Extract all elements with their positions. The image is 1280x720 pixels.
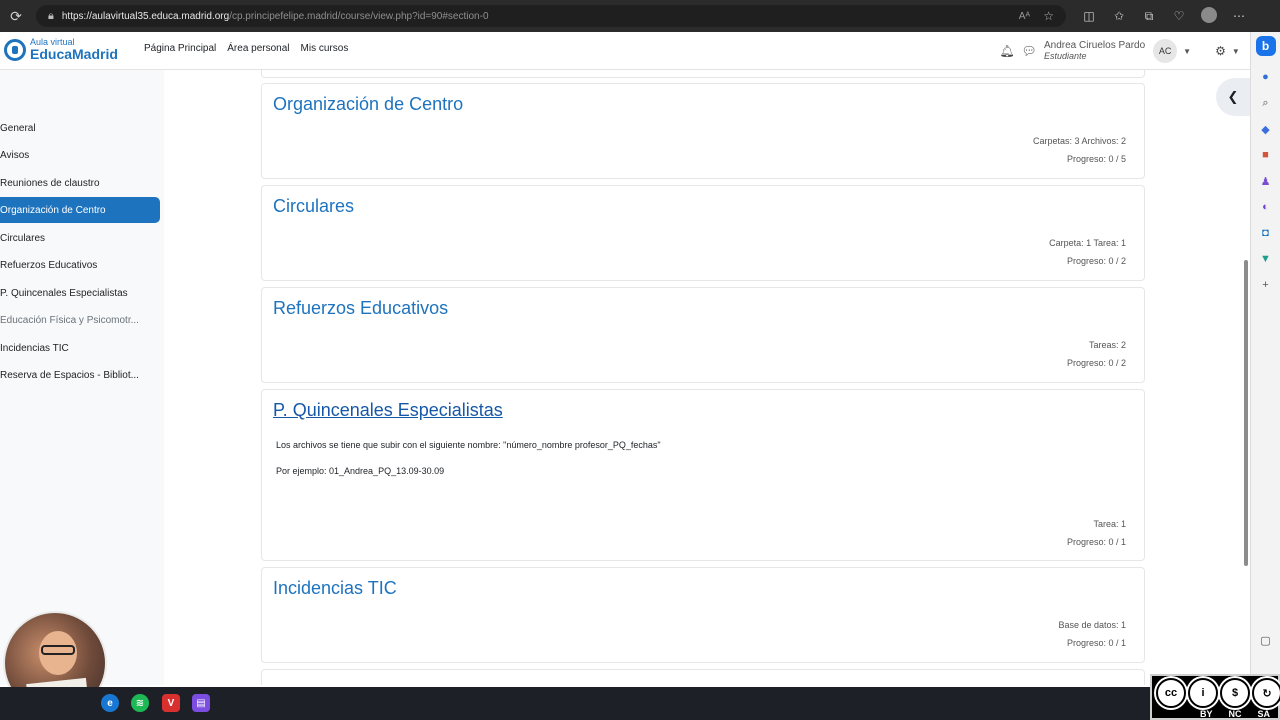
- lock-icon: 🔒︎: [48, 9, 54, 22]
- course-section-next: [261, 669, 1145, 685]
- section-activities: Carpetas: 3 Archivos: 2: [1032, 136, 1126, 146]
- microsoft-365-icon[interactable]: ◐: [1256, 197, 1276, 217]
- section-progress: Progreso: 0 / 2: [1066, 358, 1126, 368]
- section-title[interactable]: Circulares: [273, 196, 354, 217]
- course-section-circulares: Circulares Carpeta: 1 Tarea: 1 Progreso:…: [261, 185, 1145, 281]
- outlook-icon[interactable]: ◘: [1256, 223, 1276, 243]
- user-menu[interactable]: Andrea Ciruelos Pardo Estudiante: [1044, 41, 1145, 61]
- course-index-item-refuerzos[interactable]: Refuerzos Educativos: [0, 252, 160, 278]
- course-index-item-quincenales[interactable]: P. Quincenales Especialistas: [0, 280, 160, 306]
- scrollbar-thumb[interactable]: [1244, 260, 1248, 566]
- add-icon[interactable]: +: [1256, 275, 1276, 295]
- avatar[interactable]: AC: [1153, 39, 1178, 63]
- sharealike-icon: ↻: [1252, 678, 1280, 708]
- favorites-icon[interactable]: ✩: [1104, 9, 1134, 23]
- sidebar-layout-icon[interactable]: ▢: [1256, 630, 1276, 650]
- chevron-left-icon: ❮: [1227, 89, 1239, 104]
- course-content: Organización de Centro Carpetas: 3 Archi…: [164, 70, 1250, 685]
- webcam-glasses: [41, 645, 75, 655]
- course-index-item-reuniones[interactable]: Reuniones de claustro: [0, 170, 160, 196]
- messages-icon[interactable]: 💬︎: [1018, 44, 1040, 58]
- search-icon[interactable]: ⌕: [1256, 93, 1276, 113]
- cc-icon: cc: [1156, 678, 1186, 708]
- extensions-icon[interactable]: ♡: [1164, 9, 1194, 23]
- section-activities: Tareas: 2: [1088, 340, 1126, 350]
- section-title[interactable]: P. Quincenales Especialistas: [273, 400, 503, 421]
- more-menu-icon[interactable]: ⋯: [1224, 9, 1254, 23]
- course-section-incidencias: Incidencias TIC Base de datos: 1 Progres…: [261, 567, 1145, 663]
- browser-tools: ◫ ✩ ⧉ ♡ ⋯: [1074, 0, 1254, 32]
- course-section-previous: [261, 70, 1145, 78]
- browser-toolbar: ⟳ 🔒︎ https://aulavirtual35.educa.madrid.…: [0, 0, 1280, 32]
- course-index: General Avisos Reuniones de claustro Org…: [0, 70, 164, 685]
- read-aloud-icon[interactable]: Aᴬ: [1019, 11, 1030, 22]
- logo-title: EducaMadrid: [30, 46, 118, 62]
- section-progress: Progreso: 0 / 2: [1066, 256, 1126, 266]
- license-label-by: BY: [1200, 709, 1213, 719]
- os-taskbar: e ≋ V ▤: [0, 687, 1280, 720]
- edge-sidebar: b ● ⌕ ◆ ■ ♟ ◐ ◘ ▼ + ▢: [1250, 32, 1280, 687]
- primary-navigation: Página Principal Área personal Mis curso…: [144, 43, 348, 54]
- course-section-quincenales: P. Quincenales Especialistas Los archivo…: [261, 389, 1145, 561]
- settings-menu[interactable]: ⚙ ▼: [1215, 44, 1240, 58]
- chevron-down-icon: ▼: [1231, 46, 1240, 56]
- user-role: Estudiante: [1044, 50, 1087, 61]
- section-title[interactable]: Organización de Centro: [273, 94, 463, 115]
- profile-icon[interactable]: [1194, 6, 1224, 26]
- nav-link-dashboard[interactable]: Área personal: [227, 43, 289, 54]
- site-logo[interactable]: Aula virtual EducaMadrid: [4, 38, 118, 61]
- refresh-icon[interactable]: ⟳: [0, 0, 32, 32]
- section-activities: Base de datos: 1: [1058, 620, 1126, 630]
- bing-copilot-icon[interactable]: b: [1255, 36, 1276, 56]
- favorite-star-icon[interactable]: ☆: [1043, 9, 1054, 23]
- course-index-item-general[interactable]: General: [0, 115, 160, 141]
- split-screen-icon[interactable]: ◫: [1074, 9, 1104, 23]
- section-activities: Carpeta: 1 Tarea: 1: [1049, 238, 1126, 248]
- shopping-tag-icon[interactable]: ◆: [1256, 119, 1276, 139]
- course-index-item-reserva[interactable]: Reserva de Espacios - Bibliot...: [0, 362, 160, 388]
- attribution-icon: i: [1188, 678, 1218, 708]
- clipchamp-icon[interactable]: ▤: [192, 694, 210, 712]
- license-label-sa: SA: [1257, 709, 1271, 719]
- course-section-organizacion: Organización de Centro Carpetas: 3 Archi…: [261, 83, 1145, 179]
- spotify-icon[interactable]: ≋: [131, 694, 149, 712]
- collections-icon[interactable]: ⧉: [1134, 9, 1164, 24]
- section-title[interactable]: Incidencias TIC: [273, 578, 397, 599]
- section-activities: Tarea: 1: [1093, 519, 1126, 529]
- chevron-down-icon[interactable]: ▼: [1183, 47, 1191, 56]
- user-name: Andrea Ciruelos Pardo: [1044, 40, 1146, 52]
- url-text: https://aulavirtual35.educa.madrid.org/c…: [61, 10, 489, 22]
- site-navbar: Aula virtual EducaMadrid Página Principa…: [0, 32, 1250, 70]
- noncommercial-icon: $: [1220, 678, 1250, 708]
- nav-link-my-courses[interactable]: Mis cursos: [301, 43, 349, 54]
- games-icon[interactable]: ♟: [1256, 171, 1276, 191]
- nav-link-home[interactable]: Página Principal: [144, 43, 216, 54]
- bell-icon[interactable]: 🔔︎: [996, 44, 1018, 58]
- course-index-item-circulares[interactable]: Circulares: [0, 225, 160, 251]
- section-progress: Progreso: 0 / 1: [1066, 537, 1126, 547]
- course-index-item-avisos[interactable]: Avisos: [0, 142, 160, 168]
- vivaldi-icon[interactable]: V: [162, 694, 180, 712]
- address-bar[interactable]: 🔒︎ https://aulavirtual35.educa.madrid.or…: [36, 5, 1066, 27]
- edge-browser-icon[interactable]: e: [101, 694, 119, 712]
- license-label-nc: NC: [1228, 709, 1242, 719]
- drop-icon[interactable]: ▼: [1256, 249, 1276, 269]
- course-index-item-educacion-fisica[interactable]: Educación Física y Psicomotr...: [0, 307, 160, 333]
- gear-icon: ⚙: [1215, 44, 1226, 58]
- section-title[interactable]: Refuerzos Educativos: [273, 298, 448, 319]
- section-summary-example: Por ejemplo: 01_Andrea_PQ_13.09-30.09: [276, 466, 445, 476]
- course-index-item-incidencias[interactable]: Incidencias TIC: [0, 335, 160, 361]
- section-progress: Progreso: 0 / 5: [1066, 154, 1126, 164]
- toolbox-icon[interactable]: ■: [1256, 145, 1276, 165]
- user-area: 🔔︎ 💬︎ Andrea Ciruelos Pardo Estudiante A…: [996, 39, 1240, 63]
- notification-icon[interactable]: ●: [1256, 67, 1276, 87]
- educamadrid-logo-icon: [4, 38, 26, 61]
- course-index-item-organizacion[interactable]: Organización de Centro: [0, 197, 160, 223]
- creative-commons-badge: cc i $ ↻ BY NC SA: [1150, 674, 1280, 720]
- section-summary-line: Los archivos se tiene que subir con el s…: [276, 440, 661, 450]
- course-section-refuerzos: Refuerzos Educativos Tareas: 2 Progreso:…: [261, 287, 1145, 383]
- section-progress: Progreso: 0 / 1: [1066, 638, 1126, 648]
